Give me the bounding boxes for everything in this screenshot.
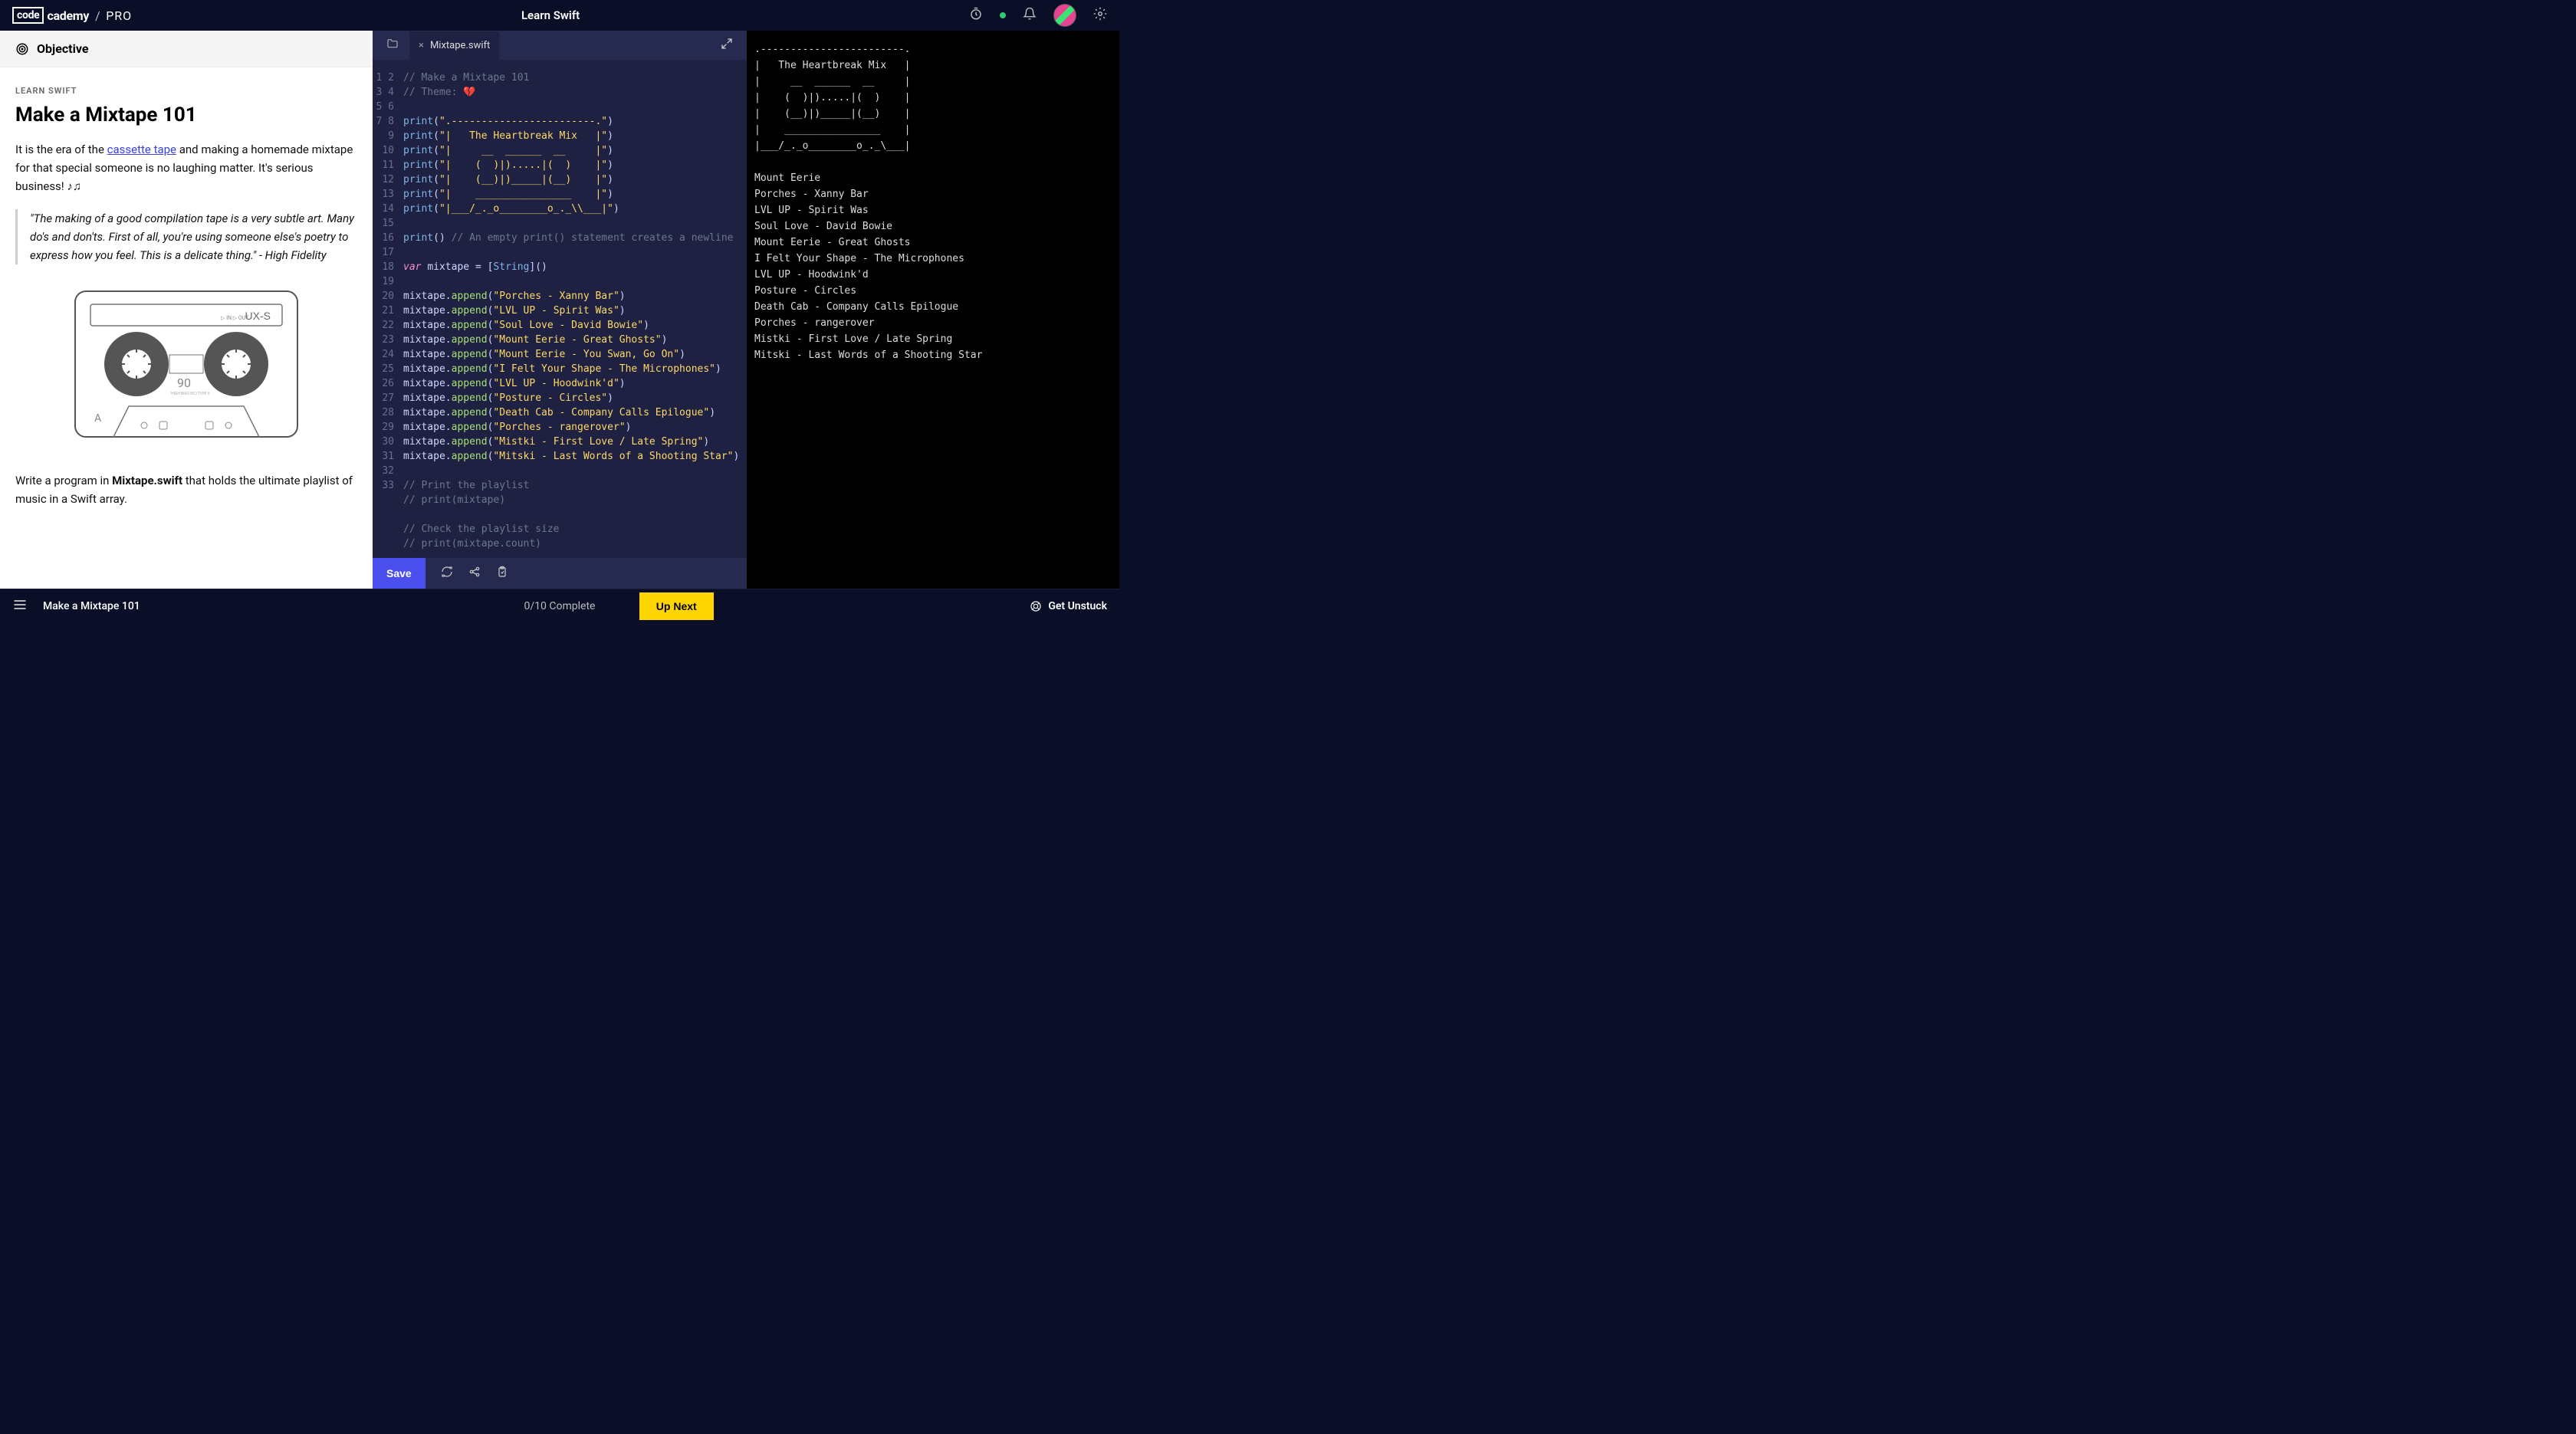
bottom-title: Make a Mixtape 101 (43, 600, 140, 612)
output-panel[interactable]: .------------------------. | The Heartbr… (747, 31, 1119, 589)
share-icon[interactable] (468, 566, 481, 581)
lesson-panel: Objective LEARN SWIFT Make a Mixtape 101… (0, 31, 373, 589)
editor-footer: Save (373, 558, 747, 589)
brand-slash: / (95, 8, 100, 23)
topbar-icons (969, 4, 1107, 27)
clipboard-icon[interactable] (496, 566, 508, 581)
get-unstuck-button[interactable]: Get Unstuck (1030, 600, 1107, 612)
up-next-button[interactable]: Up Next (639, 592, 714, 620)
gear-icon[interactable] (1093, 7, 1107, 24)
menu-icon[interactable] (12, 597, 28, 615)
expand-icon[interactable] (713, 38, 741, 53)
lesson-content[interactable]: LEARN SWIFT Make a Mixtape 101 It is the… (0, 67, 373, 589)
cassette-image: UX-S ▷ IN ▷ OUT 90 HIGH BIAS IEC/TYPE II… (15, 287, 357, 441)
topbar: codecademy / PRO Learn Swift (0, 0, 1119, 31)
lesson-instruction: Write a program in Mixtape.swift that ho… (15, 471, 357, 508)
svg-text:HIGH BIAS IEC/TYPE II: HIGH BIAS IEC/TYPE II (171, 392, 210, 396)
editor-panel: × Mixtape.swift 1 2 3 4 5 6 7 8 9 10 11 … (373, 31, 747, 589)
close-icon[interactable]: × (419, 40, 424, 51)
status-dot-icon (1000, 12, 1006, 18)
course-title: Learn Swift (132, 8, 969, 22)
tab-label: Mixtape.swift (430, 40, 490, 51)
tab-mixtape[interactable]: × Mixtape.swift (409, 31, 499, 60)
bottombar: Make a Mixtape 101 0/10 Complete Up Next… (0, 589, 1119, 622)
brand-logo[interactable]: codecademy / PRO (12, 7, 132, 24)
lesson-intro: It is the era of the cassette tape and m… (15, 140, 357, 195)
brand-suffix: PRO (106, 8, 132, 23)
timer-icon[interactable] (969, 7, 983, 24)
lesson-title: Make a Mixtape 101 (15, 103, 357, 126)
lesson-quote: "The making of a good compilation tape i… (15, 209, 357, 264)
progress-text: 0/10 Complete (524, 600, 596, 612)
avatar[interactable] (1053, 4, 1076, 27)
refresh-icon[interactable] (441, 566, 453, 581)
cassette-link[interactable]: cassette tape (107, 143, 176, 156)
brand-box: code (12, 7, 44, 24)
svg-text:▷ IN ▷ OUT: ▷ IN ▷ OUT (221, 315, 249, 321)
svg-text:90: 90 (177, 376, 191, 390)
svg-text:A: A (94, 412, 101, 425)
life-ring-icon (1030, 600, 1042, 612)
bell-icon[interactable] (1023, 7, 1037, 24)
breadcrumb: LEARN SWIFT (15, 86, 357, 96)
editor-tabs: × Mixtape.swift (373, 31, 747, 60)
folder-icon[interactable] (379, 38, 406, 53)
save-button[interactable]: Save (373, 558, 426, 589)
target-icon (15, 42, 29, 56)
objective-label: Objective (37, 41, 88, 56)
objective-header: Objective (0, 31, 373, 67)
code-editor[interactable]: 1 2 3 4 5 6 7 8 9 10 11 12 13 14 15 16 1… (373, 60, 747, 558)
svg-text:UX-S: UX-S (245, 310, 271, 322)
